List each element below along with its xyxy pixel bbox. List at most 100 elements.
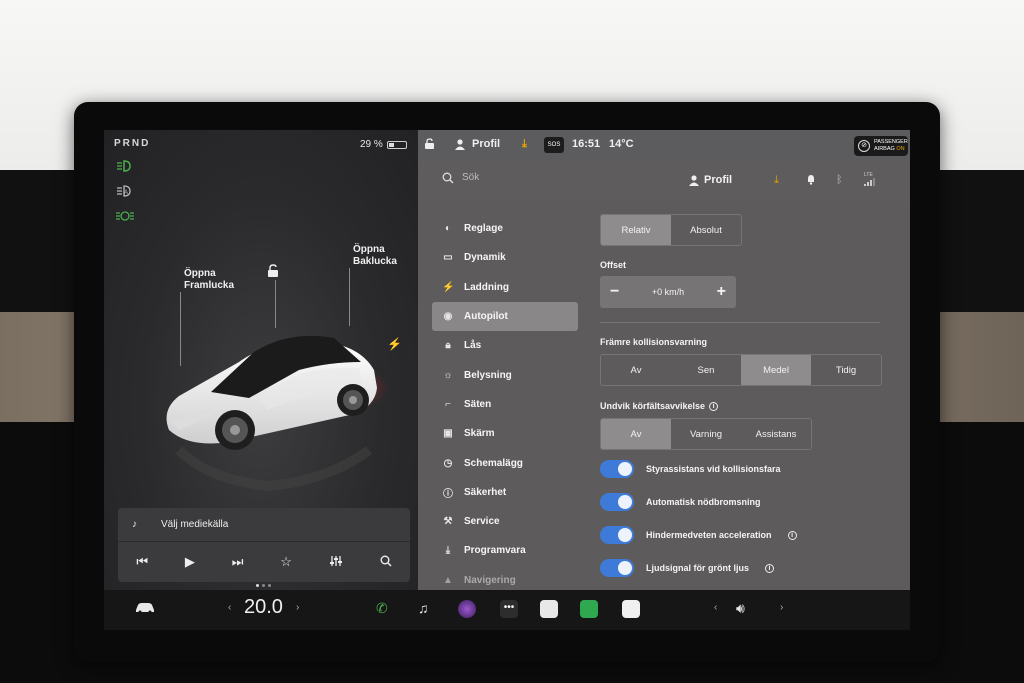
toggle-switch[interactable] — [600, 493, 634, 511]
more-apps-icon[interactable]: ••• — [500, 600, 518, 618]
calendar-icon[interactable] — [540, 600, 558, 618]
sidebar-item-programvara[interactable]: ⤓ Programvara — [432, 536, 578, 565]
airbag-line-2: AIRBAG — [874, 146, 895, 152]
media-search-icon[interactable] — [380, 555, 392, 570]
touchscreen: PRND 29 % A Öppna Framlucka Öppna Bakluc… — [104, 130, 910, 630]
sidebar-item-label: Säkerhet — [464, 486, 507, 498]
equalizer-icon[interactable] — [329, 555, 343, 570]
charge-port-icon[interactable]: ⚡ — [387, 337, 402, 351]
sos-badge[interactable]: SOS — [544, 137, 564, 153]
sidebar-item-dynamik[interactable]: ▭ Dynamik — [432, 243, 578, 272]
open-frunk-label[interactable]: Öppna Framlucka — [184, 268, 234, 292]
parking-light-icon[interactable] — [115, 209, 135, 223]
notes-app-icon[interactable] — [622, 600, 640, 618]
toggle-label: Hindermedveten acceleration — [646, 530, 772, 540]
sidebar-item-label: Service — [464, 516, 500, 528]
profile-icon[interactable] — [454, 138, 466, 153]
lane-option-assist[interactable]: Assistans — [741, 419, 811, 449]
media-source-row[interactable]: ♪ Välj mediekälla — [118, 508, 410, 542]
volume-up-chevron-icon[interactable]: › — [780, 602, 783, 613]
sidebar-item-service[interactable]: ⚒ Service — [432, 507, 578, 536]
energy-app-icon[interactable] — [580, 600, 598, 618]
fcw-option-off[interactable]: Av — [601, 355, 671, 385]
download-icon[interactable]: ⤓ — [522, 138, 527, 151]
info-icon[interactable]: i — [787, 530, 797, 540]
speed-mode-selector: Relativ Absolut — [600, 214, 742, 246]
airbag-state: ON — [896, 146, 905, 152]
search-row: Profil ⤓ ᛒ LTE — [418, 160, 910, 202]
car-icon[interactable] — [134, 600, 156, 617]
toggle-switch[interactable] — [600, 526, 634, 544]
page-dots — [256, 584, 271, 587]
battery-icon — [386, 140, 407, 149]
download-icon[interactable]: ⤓ — [774, 174, 779, 187]
search-row-profile-label[interactable]: Profil — [704, 174, 732, 186]
svg-text:A: A — [124, 190, 128, 196]
speed-mode-absolute[interactable]: Absolut — [671, 215, 741, 245]
open-trunk-label[interactable]: Öppna Baklucka — [353, 244, 397, 268]
media-player: ♪ Välj mediekälla ⏮ ▶ ⏭ ☆ — [118, 508, 410, 582]
door-lock-icon[interactable] — [424, 138, 436, 153]
sidebar-item-skärm[interactable]: ▣ Skärm — [432, 419, 578, 448]
music-icon[interactable]: ♫ — [418, 600, 429, 616]
fcw-option-medium[interactable]: Medel — [741, 355, 811, 385]
toggle-switch[interactable] — [600, 559, 634, 577]
sidebar-item-lås[interactable]: 🔒︎ Lås — [432, 331, 578, 360]
sidebar-item-belysning[interactable]: ☼ Belysning — [432, 360, 578, 389]
sidebar-item-laddning[interactable]: ⚡ Laddning — [432, 273, 578, 302]
settings-search-input[interactable] — [462, 172, 642, 183]
volume-icon[interactable]: 🔊︎ — [736, 600, 745, 617]
phone-icon[interactable]: ✆ — [376, 600, 388, 617]
toggle-row: Hindermedveten acceleration i — [600, 526, 797, 544]
unlock-icon[interactable] — [266, 264, 280, 278]
toggle-switch[interactable] — [600, 460, 634, 478]
volume-down-chevron-icon[interactable]: ‹ — [714, 602, 717, 613]
wrench-icon: ⚒ — [443, 516, 453, 528]
profile-icon[interactable] — [688, 174, 700, 189]
sidebar-item-säkerhet[interactable]: ⓘ Säkerhet — [432, 478, 578, 507]
fcw-option-early[interactable]: Tidig — [811, 355, 881, 385]
offset-stepper: − +0 km/h + — [600, 276, 736, 308]
section-divider — [600, 322, 880, 323]
lock-icon: 🔒︎ — [445, 340, 451, 352]
sidebar-item-säten[interactable]: ⌐ Säten — [432, 390, 578, 419]
sidebar-item-autopilot[interactable]: ◉ Autopilot — [432, 301, 578, 332]
next-icon[interactable]: ⏭ — [232, 554, 244, 570]
settings-panel: Profil ⤓ SOS 16:51 14°C ⊘ PASSENGER AIRB… — [418, 130, 910, 590]
fcw-option-late[interactable]: Sen — [671, 355, 741, 385]
auto-highbeam-icon[interactable]: A — [115, 184, 135, 198]
battery-percent: 29 % — [360, 139, 383, 150]
sidebar-item-schemalägg[interactable]: ◷ Schemalägg — [432, 448, 578, 477]
temp-down-chevron-icon[interactable]: ‹ — [228, 602, 231, 613]
play-icon[interactable]: ▶ — [185, 554, 195, 570]
sidebar-item-reglage[interactable]: ◐ Reglage — [432, 214, 578, 243]
sidebar-item-label: Reglage — [464, 223, 503, 235]
speed-mode-relative[interactable]: Relativ — [601, 215, 671, 245]
bluetooth-icon[interactable]: ᛒ — [836, 174, 843, 186]
fcw-label: Främre kollisionsvarning — [600, 337, 708, 347]
toggle-label: Ljudsignal för grönt ljus — [646, 563, 749, 573]
bolt-icon: ⚡ — [442, 281, 455, 293]
sidebar-item-label: Dynamik — [464, 252, 506, 264]
temp-up-chevron-icon[interactable]: › — [296, 602, 299, 613]
bell-icon[interactable] — [806, 174, 816, 188]
offset-minus-button[interactable]: − — [610, 283, 619, 301]
star-icon[interactable]: ☆ — [280, 554, 292, 570]
info-icon[interactable]: i — [709, 402, 719, 412]
toggle-row: Ljudsignal för grönt ljus i — [600, 559, 774, 577]
cabin-temperature[interactable]: 20.0 — [244, 596, 283, 619]
prev-icon[interactable]: ⏮ — [136, 554, 148, 570]
info-icon[interactable]: i — [765, 563, 774, 573]
search-icon[interactable] — [442, 172, 454, 187]
lane-option-warning[interactable]: Varning — [671, 419, 741, 449]
camera-icon[interactable] — [458, 600, 476, 618]
lane-option-off[interactable]: Av — [601, 419, 671, 449]
info-icon: ⓘ — [443, 488, 453, 500]
topbar-profile-label[interactable]: Profil — [472, 138, 500, 150]
sidebar-item-label: Schemalägg — [464, 457, 523, 469]
sidebar-item-label: Navigering — [464, 574, 516, 586]
offset-plus-button[interactable]: + — [717, 283, 726, 301]
sidebar-item-label: Belysning — [464, 369, 512, 381]
headlight-icon[interactable] — [115, 159, 135, 173]
sidebar-item-label: Autopilot — [464, 311, 508, 323]
